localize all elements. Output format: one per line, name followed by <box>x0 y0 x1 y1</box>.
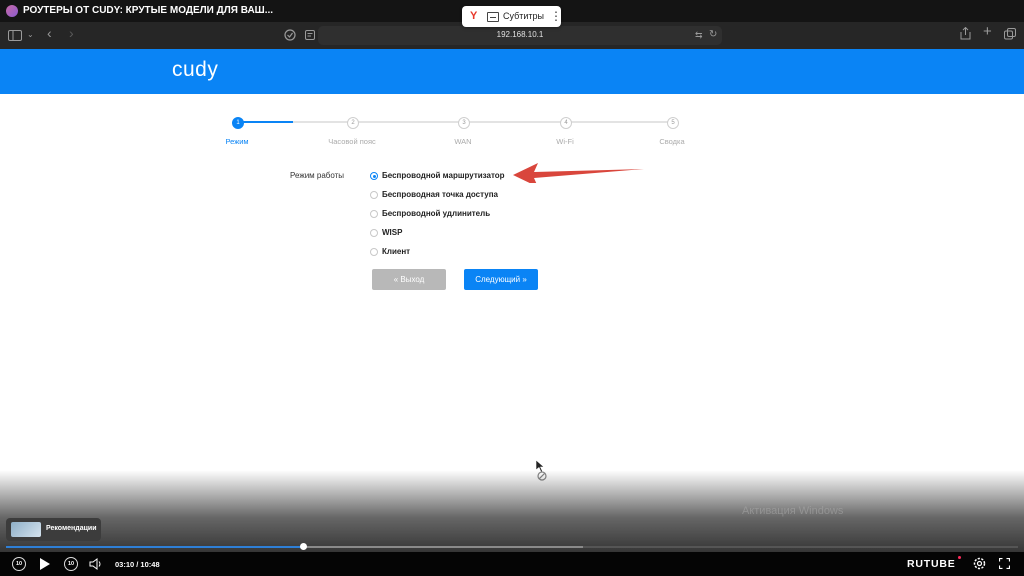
reader-icon[interactable] <box>305 30 315 40</box>
back-icon[interactable]: ‹ <box>47 26 52 40</box>
router-header: cudy <box>0 49 1024 94</box>
step-circle-5[interactable]: 5 <box>667 117 679 129</box>
video-title[interactable]: РОУТЕРЫ ОТ CUDY: КРУТЫЕ МОДЕЛИ ДЛЯ ВАШ..… <box>23 5 273 16</box>
more-vertical-icon[interactable]: ⋮ <box>550 9 562 23</box>
new-tab-icon[interactable]: + <box>983 24 992 39</box>
progress-bar[interactable] <box>6 543 1018 550</box>
volume-icon[interactable] <box>89 558 103 570</box>
rewind-10-icon[interactable]: 10 <box>12 557 26 571</box>
subtitles-icon <box>487 12 499 22</box>
step-label-5[interactable]: Сводка <box>632 137 712 146</box>
rutube-logo[interactable]: RUTUBE <box>907 558 956 570</box>
step-circle-3[interactable]: 3 <box>458 117 470 129</box>
play-icon[interactable] <box>40 558 50 570</box>
radio-client[interactable] <box>370 248 378 256</box>
time-display: 03:10 / 10:48 <box>115 560 160 569</box>
option-label-extender[interactable]: Беспроводной удлинитель <box>382 209 490 218</box>
url-text[interactable]: 192.168.10.1 <box>318 30 722 39</box>
tabs-icon[interactable] <box>1004 28 1016 40</box>
url-bar[interactable]: 192.168.10.1 ⇆ ↻ <box>318 26 722 45</box>
forward-icon[interactable]: › <box>69 26 74 40</box>
cudy-logo: cudy <box>172 58 219 81</box>
subtitles-label: Субтитры <box>503 11 545 21</box>
step-circle-1[interactable]: 1 <box>232 117 244 129</box>
rutube-logo-dot <box>958 556 961 559</box>
yandex-y-icon: Y <box>470 10 478 22</box>
recommendation-thumbnail <box>11 522 41 537</box>
windows-activation-watermark: Активация Windows <box>742 505 844 517</box>
annotation-arrow <box>513 163 644 183</box>
radio-extender[interactable] <box>370 210 378 218</box>
sidebar-icon[interactable] <box>8 30 22 41</box>
option-label-wireless-router[interactable]: Беспроводной маршрутизатор <box>382 171 505 180</box>
radio-access-point[interactable] <box>370 191 378 199</box>
radio-wisp[interactable] <box>370 229 378 237</box>
radio-wireless-router[interactable] <box>370 172 378 180</box>
progress-played <box>6 546 303 548</box>
stepper-progress <box>243 121 293 123</box>
channel-avatar[interactable] <box>6 5 18 17</box>
step-circle-4[interactable]: 4 <box>560 117 572 129</box>
recommendations-label: Рекомендации <box>46 525 97 532</box>
shield-icon[interactable] <box>284 29 296 41</box>
step-circle-2[interactable]: 2 <box>347 117 359 129</box>
forward-10-icon[interactable]: 10 <box>64 557 78 571</box>
step-label-4[interactable]: Wi-Fi <box>525 137 605 146</box>
operation-mode-label: Режим работы <box>290 171 345 180</box>
fullscreen-icon[interactable] <box>999 558 1010 569</box>
exit-button[interactable]: « Выход <box>372 269 446 290</box>
subtitles-button[interactable]: Y Субтитры ⋮ <box>462 6 562 27</box>
share-icon[interactable] <box>960 27 971 40</box>
player-controls: 10 10 03:10 / 10:48 RUTUBE <box>0 552 1024 576</box>
step-label-2[interactable]: Часовой пояс <box>312 137 392 146</box>
next-button[interactable]: Следующий » <box>464 269 538 290</box>
translate-icon[interactable]: ⇆ <box>695 29 703 41</box>
option-label-wisp[interactable]: WISP <box>382 228 402 237</box>
step-label-1[interactable]: Режим <box>197 137 277 146</box>
chevron-down-icon[interactable]: ⌄ <box>27 29 34 41</box>
progress-handle[interactable] <box>299 543 307 550</box>
step-label-3[interactable]: WAN <box>423 137 503 146</box>
recommendations-button[interactable]: Рекомендации <box>6 518 101 541</box>
option-label-access-point[interactable]: Беспроводная точка доступа <box>382 190 498 199</box>
option-label-client[interactable]: Клиент <box>382 247 410 256</box>
reload-icon[interactable]: ↻ <box>709 29 717 41</box>
settings-gear-icon[interactable] <box>973 557 986 570</box>
